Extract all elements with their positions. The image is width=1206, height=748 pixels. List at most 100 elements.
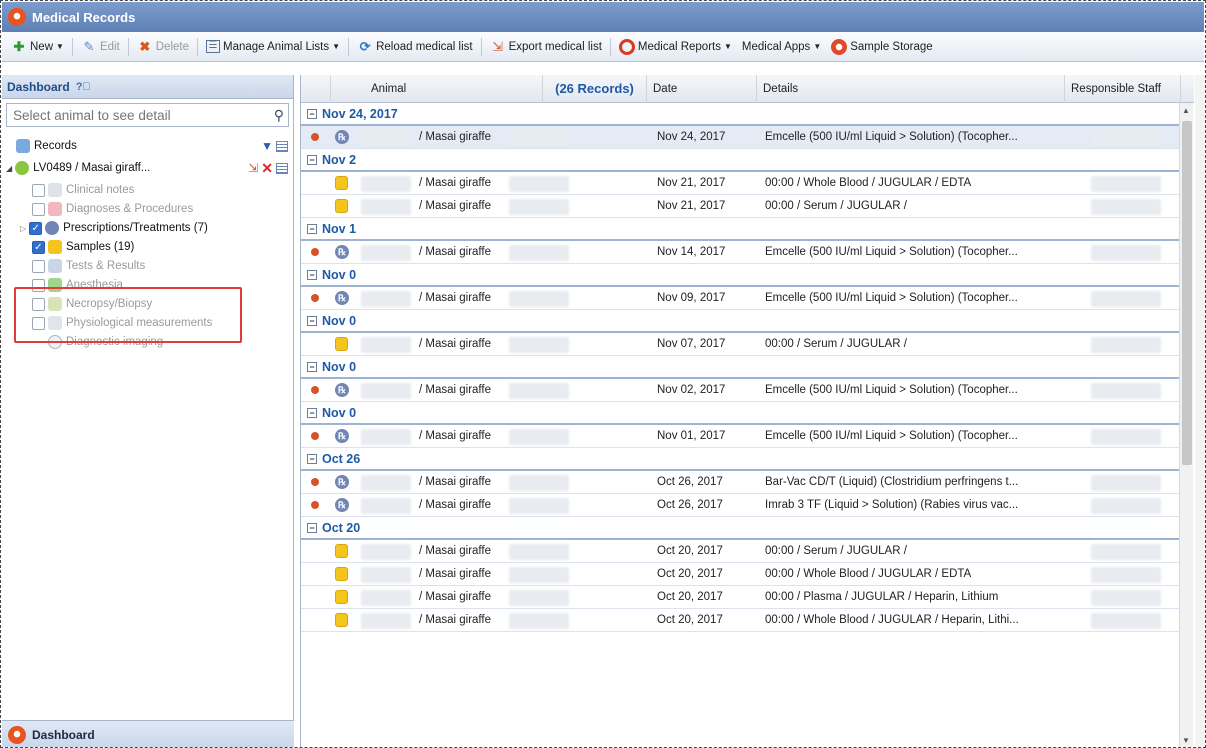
table-row[interactable]: ℞ / Masai giraffe Oct 26, 2017 Imrab 3 TF (… [301, 494, 1181, 517]
group-row[interactable]: − Nov 0 [301, 310, 1181, 333]
group-row[interactable]: − Nov 24, 2017 [301, 103, 1181, 126]
column-animal[interactable]: Animal [331, 75, 543, 103]
tree-item-samples[interactable]: ✓ Samples (19) [32, 238, 134, 256]
prescription-icon: ℞ [335, 498, 349, 512]
checkbox[interactable] [32, 183, 45, 197]
scroll-thumb[interactable] [1182, 121, 1192, 465]
table-row[interactable]: / Masai giraffe Oct 20, 2017 00:00 / Whole… [301, 609, 1181, 632]
grid-icon[interactable] [276, 140, 288, 152]
column-responsible-staff[interactable]: Responsible Staff [1065, 75, 1181, 103]
expand-icon[interactable]: ◢ [6, 164, 12, 173]
search-input[interactable] [11, 106, 251, 124]
table-row[interactable]: ℞ / Masai giraffe Nov 02, 2017 Emcelle (500… [301, 379, 1181, 402]
edit-icon: ✎ [83, 38, 95, 54]
table-row[interactable]: / Masai giraffe Oct 20, 2017 00:00 / Serum… [301, 540, 1181, 563]
grid-icon[interactable] [276, 162, 288, 174]
table-row[interactable]: / Masai giraffe Nov 21, 2017 00:00 / Whole… [301, 172, 1181, 195]
storage-icon [831, 38, 848, 55]
group-row[interactable]: − Oct 26 [301, 448, 1181, 471]
table-row[interactable]: ℞ / Masai giraffe Nov 24, 2017 Emcelle (500… [301, 126, 1181, 149]
toolbar-separator [197, 37, 199, 56]
checkbox[interactable] [32, 259, 45, 273]
collapse-icon[interactable]: − [307, 270, 317, 280]
table-row[interactable]: / Masai giraffe Oct 20, 2017 00:00 / Plasm… [301, 586, 1181, 609]
group-row[interactable]: − Nov 0 [301, 402, 1181, 425]
group-label: − Nov 1 [307, 222, 356, 236]
status-dot-icon [311, 478, 319, 486]
prescription-icon: ℞ [335, 383, 349, 397]
tree-item-tests[interactable]: Tests & Results [32, 257, 145, 275]
tree-item-diagnoses[interactable]: Diagnoses & Procedures [32, 200, 193, 218]
collapse-icon[interactable]: − [307, 454, 317, 464]
redacted-id [361, 199, 411, 215]
details-cell: Emcelle (500 IU/ml Liquid > Solution) (T… [765, 292, 1018, 304]
chevron-down-icon: ▼ [813, 42, 822, 51]
tree-item-prescriptions[interactable]: ▷ ✓ Prescriptions/Treatments (7) [20, 219, 208, 237]
table-row[interactable]: ℞ / Masai giraffe Oct 26, 2017 Bar-Vac CD/T… [301, 471, 1181, 494]
table-row[interactable]: / Masai giraffe Oct 20, 2017 00:00 / Whole… [301, 563, 1181, 586]
collapse-icon[interactable]: − [307, 523, 317, 533]
medical-apps-button[interactable]: Medical Apps ▼ [737, 35, 826, 59]
checkbox[interactable] [32, 202, 45, 216]
close-icon[interactable]: ✕ [261, 160, 273, 177]
table-row[interactable]: / Masai giraffe Nov 21, 2017 00:00 / Serum… [301, 195, 1181, 218]
animal-cell: / Masai giraffe [419, 200, 492, 212]
tree-item-animal[interactable]: ◢ LV0489 / Masai giraff... ⇲ ✕ [6, 159, 288, 177]
dashboard-footer-tab[interactable]: Dashboard [2, 720, 294, 747]
animal-cell: / Masai giraffe [419, 568, 492, 580]
redacted-staff [1091, 567, 1161, 583]
delete-button[interactable]: ✖ Delete [132, 35, 194, 59]
collapse-icon[interactable]: − [307, 155, 317, 165]
checkbox[interactable]: ✓ [29, 221, 43, 235]
dashboard-panel: Dashboard ?⃝ ⚲ Records ▼ ◢ LV0489 / Masa… [2, 75, 294, 747]
table-row[interactable]: / Masai giraffe Nov 07, 2017 00:00 / Serum… [301, 333, 1181, 356]
status-dot-icon [311, 501, 319, 509]
redacted-id [361, 544, 411, 560]
column-details[interactable]: Details [757, 75, 1065, 103]
group-row[interactable]: − Nov 0 [301, 356, 1181, 379]
collapse-icon[interactable]: − [307, 316, 317, 326]
title-bar: Medical Records [2, 2, 1204, 32]
new-button[interactable]: ✚ New ▼ [6, 35, 69, 59]
chevron-right-icon[interactable]: ▷ [20, 224, 26, 233]
help-icon[interactable]: ?⃝ [76, 81, 91, 93]
date-cell: Nov 21, 2017 [657, 177, 726, 189]
sample-icon [335, 199, 348, 213]
header-spacer [301, 75, 331, 103]
tree-item-clinical-notes[interactable]: Clinical notes [32, 181, 134, 199]
group-row[interactable]: − Nov 1 [301, 218, 1181, 241]
table-row[interactable]: ℞ / Masai giraffe Nov 01, 2017 Emcelle (500… [301, 425, 1181, 448]
group-date: Nov 24, 2017 [322, 107, 398, 121]
collapse-icon[interactable]: − [307, 224, 317, 234]
search-icon[interactable]: ⚲ [274, 107, 284, 124]
redacted-id [361, 245, 411, 261]
chevron-down-icon: ▼ [723, 42, 732, 51]
group-row[interactable]: − Nov 2 [301, 149, 1181, 172]
collapse-icon[interactable]: − [307, 408, 317, 418]
group-row[interactable]: − Nov 0 [301, 264, 1181, 287]
tree-item-records[interactable]: Records ▼ [16, 137, 288, 155]
medical-reports-button[interactable]: Medical Reports ▼ [614, 35, 737, 59]
vertical-scrollbar[interactable]: ▲ ▼ [1179, 103, 1193, 747]
export-medical-list-button[interactable]: ⇲ Export medical list [485, 35, 607, 59]
group-date: Nov 0 [322, 406, 357, 420]
table-row[interactable]: ℞ / Masai giraffe Nov 14, 2017 Emcelle (500… [301, 241, 1181, 264]
table-row[interactable]: ℞ / Masai giraffe Nov 09, 2017 Emcelle (500… [301, 287, 1181, 310]
group-row[interactable]: − Oct 20 [301, 517, 1181, 540]
collapse-icon[interactable]: − [307, 109, 317, 119]
reload-medical-list-button[interactable]: ⟳ Reload medical list [352, 35, 478, 59]
scroll-up-icon[interactable]: ▲ [1182, 106, 1190, 115]
checkbox[interactable]: ✓ [32, 240, 45, 254]
redacted-name [509, 590, 569, 606]
date-cell: Nov 14, 2017 [657, 246, 726, 258]
filter-icon[interactable]: ▼ [261, 139, 273, 153]
manage-animal-lists-button[interactable]: ☰ Manage Animal Lists ▼ [201, 35, 345, 59]
collapse-icon[interactable]: − [307, 362, 317, 372]
toolbar-separator [127, 37, 129, 56]
sample-storage-button[interactable]: Sample Storage [826, 35, 937, 59]
edit-button[interactable]: ✎ Edit [76, 35, 125, 59]
column-date[interactable]: Date [647, 75, 757, 103]
export-icon[interactable]: ⇲ [248, 161, 258, 175]
records-count: (26 Records) [543, 75, 647, 103]
scroll-down-icon[interactable]: ▼ [1182, 736, 1190, 745]
